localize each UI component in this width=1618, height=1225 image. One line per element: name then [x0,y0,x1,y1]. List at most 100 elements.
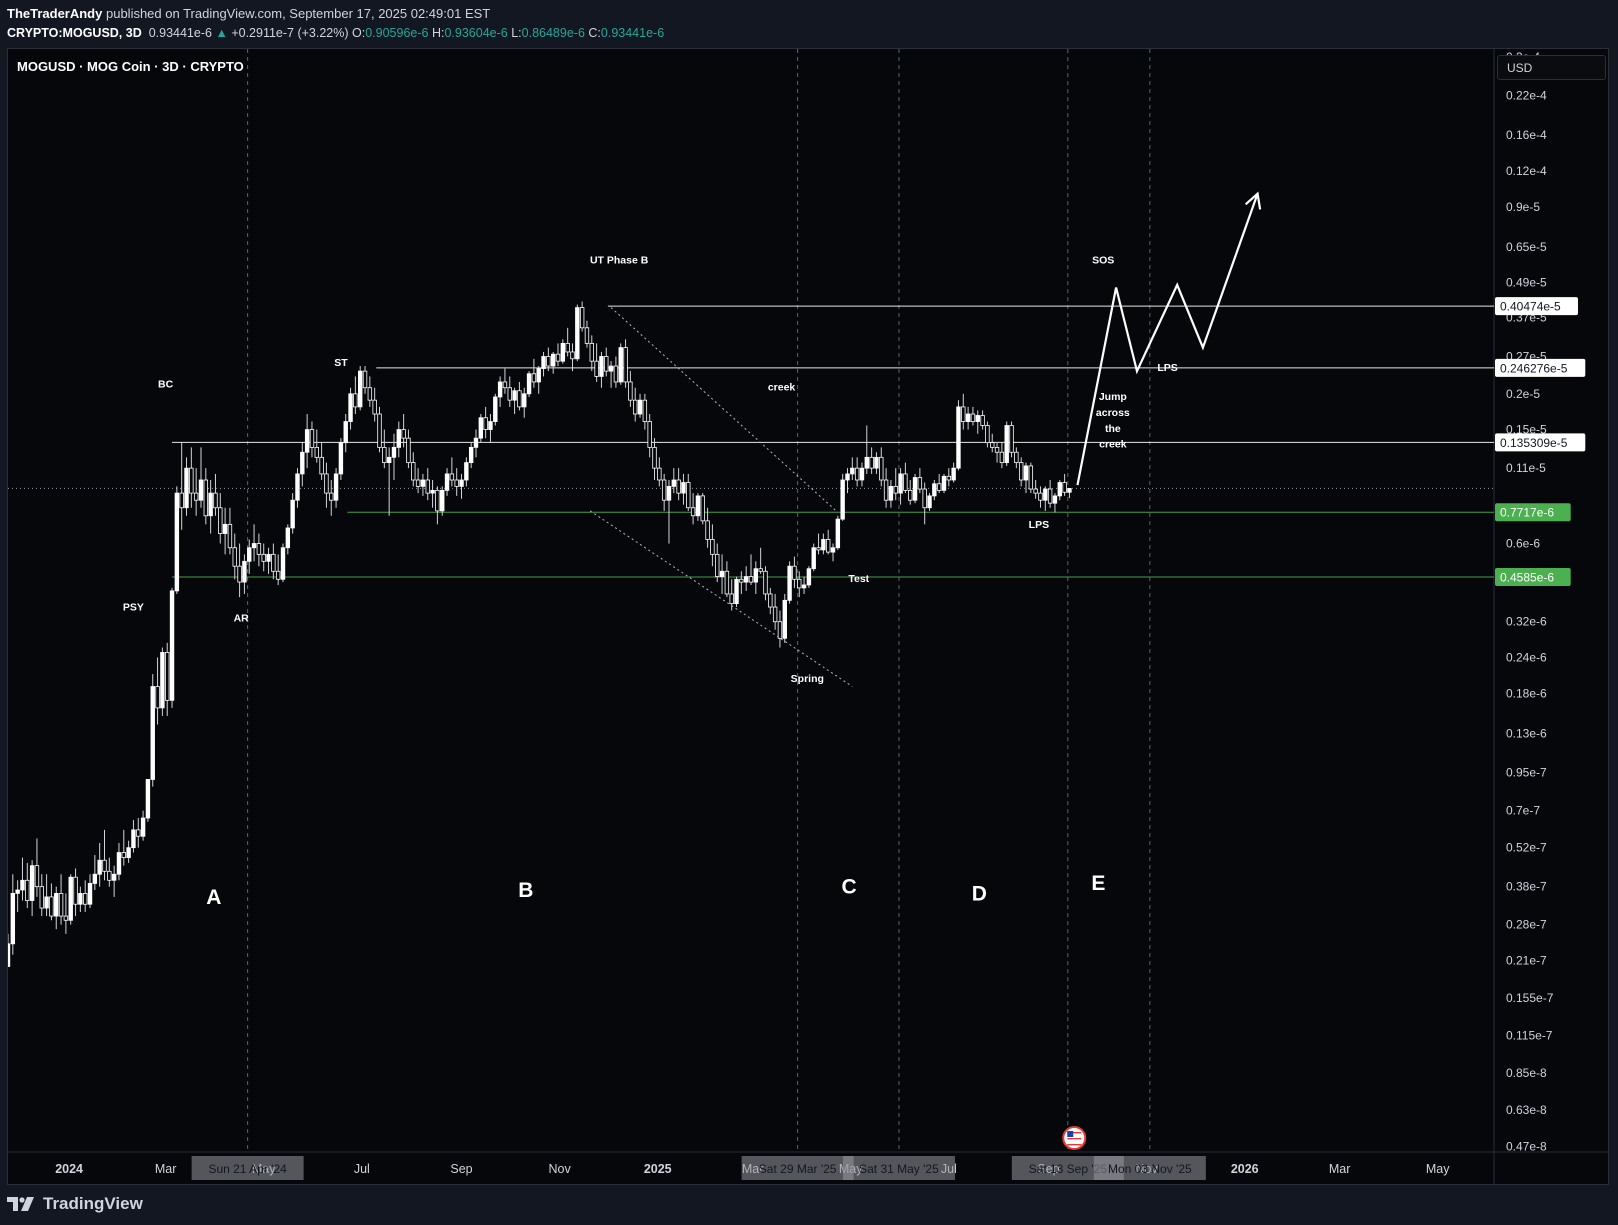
candle-up [806,568,812,586]
price-tick-label: 0.9e-5 [1506,200,1540,214]
candle-down [372,399,377,415]
price-tick-label: 0.6e-6 [1506,537,1540,551]
candle-down [686,482,691,509]
candle-down [633,399,638,415]
wyckoff-annotation: Jump [1099,391,1127,403]
candle-down [271,553,276,572]
candle-down [1047,488,1053,504]
price-tick-label: 0.28e-7 [1506,918,1547,932]
candle-down [936,483,942,491]
candle-down [768,593,773,608]
candle-up [222,523,228,534]
candle-down [729,593,734,605]
wyckoff-annotation: the [1105,423,1121,435]
phase-label: B [518,879,533,902]
wyckoff-annotation: AR [234,613,250,625]
candle-up [68,876,73,921]
candle-down [970,413,976,422]
candle-down [324,473,329,494]
candle-up [1043,488,1048,501]
candle-up [898,473,903,494]
wyckoff-annotation: LPS [1029,519,1049,531]
candle-down [531,373,537,383]
wyckoff-annotation: ST [334,357,348,369]
time-highlight-label: Sat 31 May '25 [859,1162,939,1176]
time-highlight-label: Mon 03 Nov '25 [1108,1162,1192,1176]
candle-down [883,479,889,501]
candle-down [406,437,411,464]
candle-down [980,415,985,426]
candle-up [821,539,826,551]
candle-down [314,446,319,458]
candle-up [927,495,932,509]
currency-selector[interactable]: USD [1497,55,1606,80]
candle-down [25,879,30,901]
price-tick-label: 0.65e-5 [1506,240,1547,254]
candle-down [1018,462,1024,481]
price-tick-label: 0.32e-6 [1506,615,1547,629]
candle-down [922,488,927,509]
candle-up [396,429,401,448]
candle-down [309,429,315,448]
plot-area [8,191,1494,967]
price-tick-label: 0.155e-7 [1506,991,1554,1005]
candle-down [39,886,44,909]
price-level-label: 0.246276e-5 [1500,361,1568,375]
candle-down [237,565,242,583]
candle-up [1052,495,1058,504]
wyckoff-annotation: creek [1099,438,1127,450]
candle-down [700,495,705,522]
candle-up [285,527,291,549]
candle-down [763,570,768,595]
candle-down [218,507,223,534]
candle-up [391,446,397,458]
candle-up [140,817,146,837]
candle-down [579,307,585,329]
candle-down [555,353,561,362]
price-tick-label: 0.11e-5 [1506,461,1546,475]
candle-up [473,437,479,448]
candle-down [454,479,459,487]
candle-down [797,578,802,589]
candle-up [160,651,165,709]
candle-down [227,523,233,549]
candle-up [78,893,83,905]
candle-up [386,456,392,464]
candle-down [628,381,633,401]
candle-down [748,576,754,583]
candle-down [690,507,696,517]
candle-up [888,485,894,501]
time-highlight-label: Sat 29 Mar '25 [759,1162,837,1176]
candle-up [290,499,295,529]
candle-up [681,482,686,494]
candle-up [608,365,614,372]
candle-up [304,429,310,453]
candle-down [546,356,551,367]
candle-up [787,565,792,601]
candle-down [1009,425,1014,453]
price-tick-label: 0.85e-8 [1506,1066,1547,1080]
phase-label: C [842,875,857,898]
candle-up [280,547,286,580]
candle-down [908,489,913,501]
candle-down [994,446,1000,453]
candle-down [1033,488,1038,494]
wyckoff-annotation: BC [158,379,174,391]
price-tick-label: 0.16e-4 [1506,128,1547,142]
candle-down [517,390,522,408]
candle-up [145,779,151,819]
candle-up [300,451,305,475]
candle-up [637,399,643,415]
candle-up [1067,488,1072,493]
tradingview-logo[interactable]: TradingView [7,1194,143,1214]
time-tick-label: Jul [354,1162,370,1176]
candle-down [377,413,382,448]
candle-up [116,852,122,875]
price-chart[interactable]: UT Phase B SOSBCSTcreekLPSJumpacrossthecr… [0,0,1618,1225]
wyckoff-annotation: across [1096,407,1130,419]
candle-up [266,553,271,562]
candle-up [420,479,426,487]
candle-up [536,368,541,383]
candle-up [198,479,204,501]
candle-down [34,865,40,888]
